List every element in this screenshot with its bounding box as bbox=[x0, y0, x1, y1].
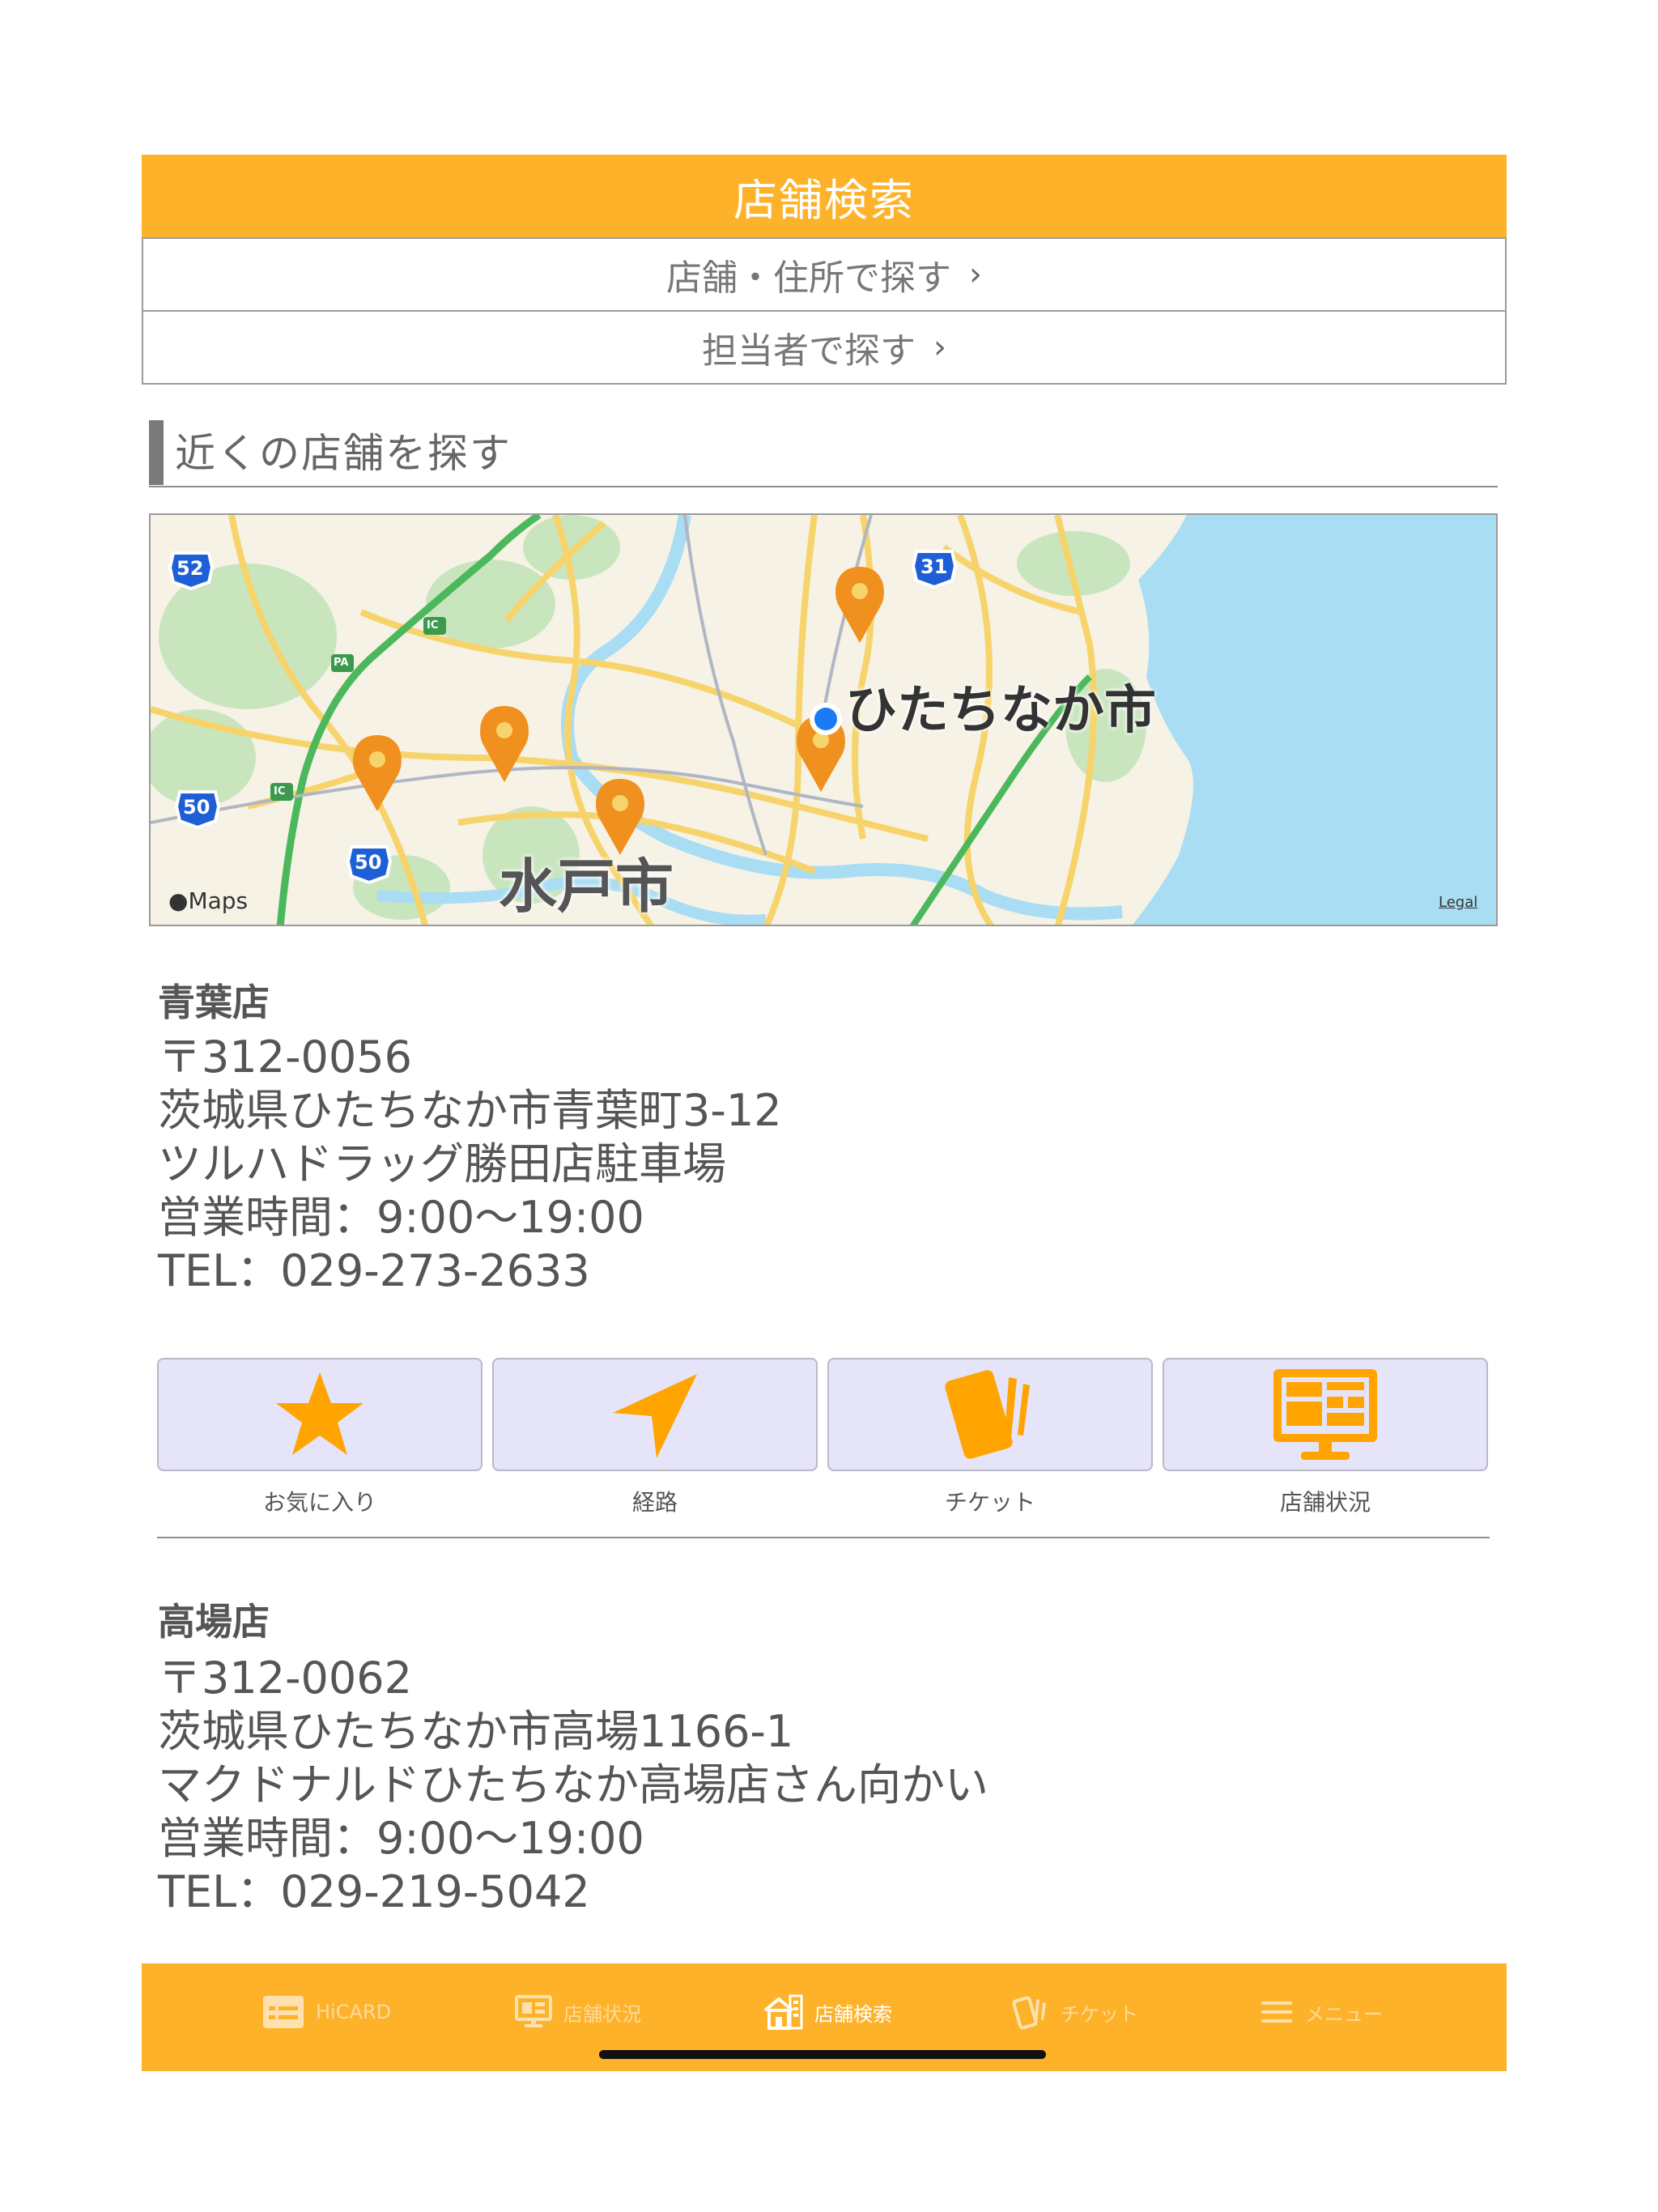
store-icon bbox=[763, 1994, 803, 2030]
tab-store-search[interactable]: 店舗検索 bbox=[763, 1988, 892, 2036]
nearby-section-title: 近くの店舗を探す bbox=[175, 430, 512, 477]
store-hours: 営業時間：9:00〜19:00 bbox=[158, 1192, 644, 1243]
favorite-label: お気に入り bbox=[262, 1489, 376, 1516]
ticket-label: チケット bbox=[944, 1489, 1035, 1516]
navigation-arrow-icon bbox=[613, 1374, 697, 1458]
tab-store-search-label: 店舗検索 bbox=[814, 2002, 892, 2026]
tab-hicard-label: HiCARD bbox=[316, 2001, 392, 2023]
search-by-store-address-button[interactable]: 店舗・住所で探す › bbox=[142, 237, 1507, 312]
ic-badge: IC bbox=[274, 785, 286, 798]
store-address: 茨城県ひたちなか市青葉町3-12 bbox=[158, 1085, 782, 1136]
ic-badge: IC bbox=[427, 619, 439, 632]
tab-store-status[interactable]: 店舗状況 bbox=[515, 1988, 641, 2036]
store-status-button[interactable] bbox=[1163, 1358, 1488, 1471]
store-landmark: マクドナルドひたちなか高場店さん向かい bbox=[158, 1759, 988, 1810]
search-by-staff-label: 担当者で探す bbox=[702, 330, 916, 372]
store-divider bbox=[157, 1537, 1490, 1538]
tab-menu-label: メニュー bbox=[1305, 2002, 1383, 2026]
monitor-icon bbox=[1273, 1369, 1377, 1460]
ticket-icon bbox=[945, 1370, 1030, 1459]
route-52-label: 52 bbox=[176, 557, 204, 580]
store-map[interactable]: 52 31 50 50 IC PA IC ひたちなか市 水戸市 ●Maps Le… bbox=[149, 513, 1498, 926]
sea-area bbox=[1133, 515, 1496, 925]
chevron-right-icon: › bbox=[969, 256, 982, 293]
tab-ticket[interactable]: チケット bbox=[1012, 1988, 1138, 2036]
map-graphics bbox=[151, 515, 1496, 925]
search-by-store-address-label: 店舗・住所で探す bbox=[666, 257, 951, 299]
city-label-hitachinaka: ひたちなか市 bbox=[845, 681, 1156, 741]
store-tel[interactable]: TEL：029-273-2633 bbox=[158, 1244, 782, 1298]
section-accent-bar bbox=[149, 420, 164, 485]
store-name: 青葉店 bbox=[158, 981, 270, 1024]
route-50-label: 50 bbox=[183, 796, 210, 819]
apple-logo-icon: ● bbox=[168, 887, 189, 914]
page-header: 店舗検索 bbox=[142, 155, 1507, 238]
store-hours: 営業時間：9:00〜19:00 bbox=[158, 1813, 644, 1864]
store-landmark: ツルハドラッグ勝田店駐車場 bbox=[158, 1138, 726, 1189]
hamburger-icon bbox=[1260, 1999, 1294, 2025]
city-label-mito: 水戸市 bbox=[499, 853, 674, 921]
store-name: 高場店 bbox=[158, 1600, 270, 1644]
maps-attribution: ●Maps bbox=[168, 887, 248, 914]
card-icon bbox=[262, 1995, 304, 2029]
favorite-button[interactable] bbox=[157, 1358, 483, 1471]
route-50-label: 50 bbox=[355, 851, 382, 874]
maps-attribution-text: Maps bbox=[188, 887, 249, 914]
tab-menu[interactable]: メニュー bbox=[1260, 1988, 1383, 2036]
monitor-icon bbox=[515, 1995, 552, 2029]
route-label: 経路 bbox=[631, 1489, 678, 1516]
pa-badge: PA bbox=[334, 657, 349, 669]
ticket-icon bbox=[1012, 1994, 1049, 2030]
store-postal: 〒312-0056 bbox=[158, 1032, 412, 1083]
store-address: 茨城県ひたちなか市高場1166-1 bbox=[158, 1706, 794, 1757]
ticket-button[interactable] bbox=[827, 1358, 1153, 1471]
home-indicator[interactable] bbox=[599, 2050, 1046, 2059]
tab-store-status-label: 店舗状況 bbox=[563, 2002, 641, 2026]
tab-ticket-label: チケット bbox=[1061, 2002, 1138, 2026]
store-tel[interactable]: TEL：029-219-5042 bbox=[158, 1865, 988, 1919]
search-by-staff-button[interactable]: 担当者で探す › bbox=[142, 310, 1507, 385]
route-button[interactable] bbox=[492, 1358, 818, 1471]
store-postal: 〒312-0062 bbox=[158, 1653, 412, 1704]
legal-link[interactable]: Legal bbox=[1439, 894, 1477, 911]
store-status-label: 店舗状況 bbox=[1279, 1489, 1371, 1516]
star-icon bbox=[276, 1372, 363, 1455]
page-title: 店舗検索 bbox=[733, 175, 915, 226]
section-divider bbox=[149, 486, 1498, 487]
store-info: 〒312-0062 茨城県ひたちなか市高場1166-1 マクドナルドひたちなか高… bbox=[158, 1652, 988, 1919]
route-31-label: 31 bbox=[920, 555, 948, 578]
tab-hicard[interactable]: HiCARD bbox=[262, 1988, 391, 2036]
chevron-right-icon: › bbox=[933, 329, 946, 366]
store-info: 〒312-0056 茨城県ひたちなか市青葉町3-12 ツルハドラッグ勝田店駐車場… bbox=[158, 1031, 782, 1298]
